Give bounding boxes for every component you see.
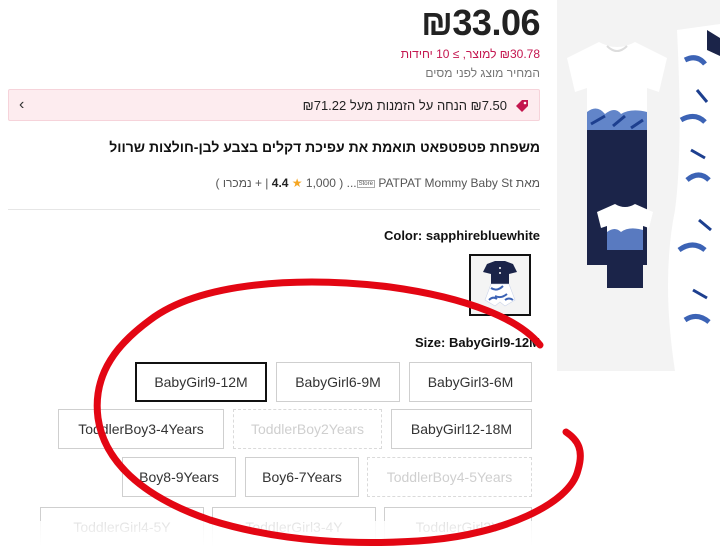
review-count: 1,000: [305, 176, 336, 190]
store-prefix: מאת: [515, 176, 540, 190]
size-option-boy8-9years[interactable]: Boy8-9Years: [122, 457, 236, 497]
coupon-text: ₪7.50 הנחה על הזמנות מעל ₪71.22: [302, 98, 507, 113]
size-label: Size: BabyGirl9-12M: [415, 335, 540, 350]
coupon-banner[interactable]: ‹ ₪7.50 הנחה על הזמנות מעל ₪71.22: [8, 89, 540, 121]
color-label: Color: sapphirebluewhite: [383, 228, 540, 243]
size-option-babygirl3-6m[interactable]: BabyGirl3-6M: [409, 362, 532, 402]
romper-thumbnail-icon: [471, 256, 529, 314]
chevron-left-icon: ‹: [19, 96, 25, 113]
tax-note: המחיר מוצג לפני מסים: [425, 66, 540, 80]
product-title: משפחת פטפטפאט תואמת את עפיכת דקלים בצבע …: [109, 139, 540, 155]
store-rating-line: מאת Store PATPAT Mommy Baby St... ( 4.4 …: [215, 176, 540, 190]
size-option-boy6-7years[interactable]: Boy6-7Years: [245, 457, 359, 497]
product-price: ₪33.06: [421, 2, 540, 43]
family-tshirts-image-icon: [557, 0, 720, 371]
size-option-babygirl12-18m[interactable]: BabyGirl12-18M: [391, 409, 532, 449]
size-option-toddlerboy4-5years: ToddlerBoy4-5Years: [367, 457, 532, 497]
size-option-babygirl6-9m[interactable]: BabyGirl6-9M: [276, 362, 400, 402]
sold-label: + נמכרו: [222, 176, 262, 190]
size-option-babygirl9-12m[interactable]: BabyGirl9-12M: [135, 362, 267, 402]
product-image[interactable]: [557, 0, 720, 371]
rating-value: 4.4: [271, 176, 289, 190]
scroll-fade: [0, 521, 720, 547]
external-store-icon: Store: [356, 179, 375, 188]
price-tag-icon: [515, 99, 529, 118]
bulk-unit-price: ₪30.78 למוצר, ≥ 10 יחידות: [400, 47, 540, 61]
size-option-toddlerboy3-4years[interactable]: ToddlerBoy3-4Years: [58, 409, 224, 449]
color-swatch-sapphirebluewhite[interactable]: [469, 254, 531, 316]
star-icon: ★: [291, 176, 303, 190]
size-option-toddlerboy2years: ToddlerBoy2Years: [233, 409, 382, 449]
section-divider: [8, 209, 540, 210]
